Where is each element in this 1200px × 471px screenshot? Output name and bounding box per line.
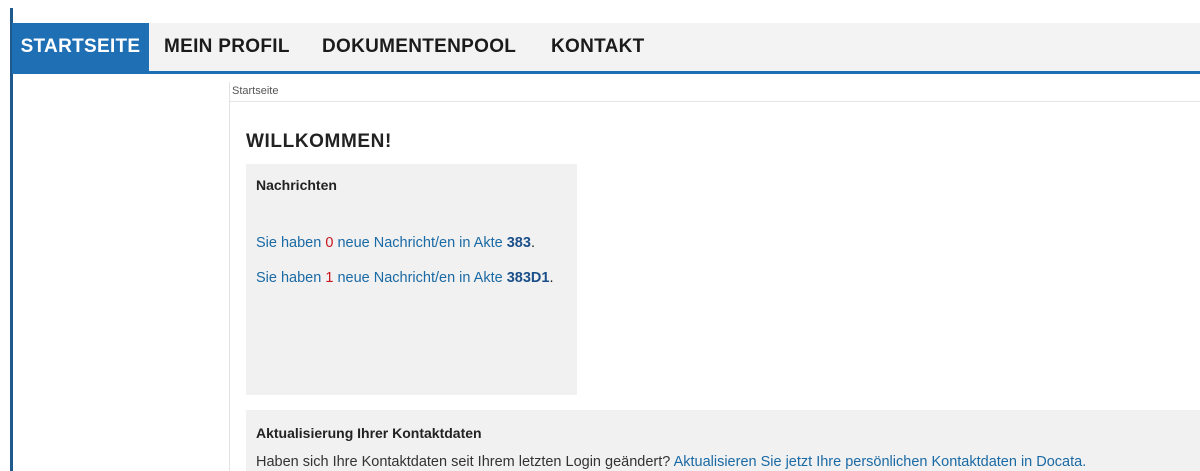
nav-underline [12,71,1200,74]
nav-item-label: STARTSEITE [20,36,141,57]
message-suffix: . [549,270,554,286]
main-navigation: STARTSEITE MEIN PROFIL DOKUMENTENPOOL KO… [12,23,1200,71]
akte-link[interactable]: 383D1 [507,270,550,286]
akte-link[interactable]: 383 [507,235,531,251]
contact-update-text: Haben sich Ihre Kontaktdaten seit Ihrem … [256,454,1086,470]
nav-item-label: MEIN PROFIL [164,36,290,57]
contact-update-panel: Aktualisierung Ihrer Kontaktdaten Haben … [246,410,1200,471]
message-middle: neue Nachricht/en in Akte [333,270,507,286]
message-middle: neue Nachricht/en in Akte [333,235,507,251]
message-prefix: Sie haben [256,270,326,286]
breadcrumb-item-startseite[interactable]: Startseite [232,85,278,97]
nav-item-kontakt[interactable]: KONTAKT [551,23,645,71]
breadcrumb: Startseite [232,85,278,97]
nav-item-label: KONTAKT [551,36,645,57]
message-prefix: Sie haben [256,235,326,251]
page-title: WILLKOMMEN! [246,131,392,152]
contact-question: Haben sich Ihre Kontaktdaten seit Ihrem … [256,454,674,470]
nav-item-label: DOKUMENTENPOOL [322,36,517,57]
message-suffix: . [530,235,535,251]
nav-item-mein-profil[interactable]: MEIN PROFIL [164,23,290,71]
contact-update-title: Aktualisierung Ihrer Kontaktdaten [256,425,482,441]
content-left-border [229,82,230,471]
message-entry[interactable]: Sie haben 0 neue Nachricht/en in Akte 38… [256,233,556,253]
message-entry[interactable]: Sie haben 1 neue Nachricht/en in Akte 38… [256,268,556,288]
messages-panel: Nachrichten Sie haben 0 neue Nachricht/e… [246,164,577,395]
breadcrumb-divider [230,101,1200,102]
nav-item-startseite[interactable]: STARTSEITE [12,23,149,71]
nav-item-dokumentenpool[interactable]: DOKUMENTENPOOL [322,23,516,71]
left-border [10,8,13,471]
messages-title: Nachrichten [256,177,337,193]
update-contact-link[interactable]: Aktualisieren Sie jetzt Ihre persönliche… [674,454,1087,470]
